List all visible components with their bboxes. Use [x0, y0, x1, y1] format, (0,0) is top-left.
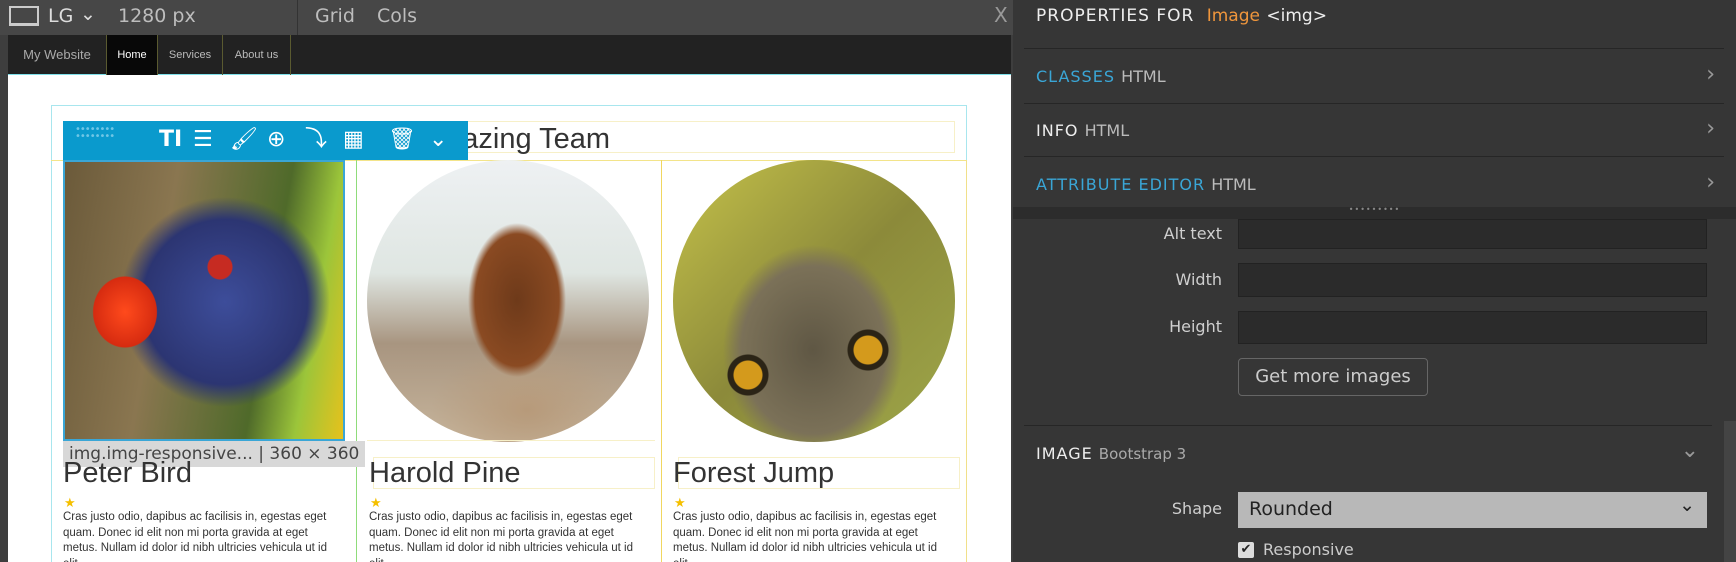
- shape-select[interactable]: Rounded ⌄: [1238, 492, 1707, 528]
- section-sub: Bootstrap 3: [1098, 445, 1187, 463]
- shape-label: Shape: [1171, 499, 1222, 518]
- chevron-down-icon[interactable]: ⌄: [80, 3, 96, 25]
- star-icon: ★: [370, 496, 382, 511]
- alt-text-label: Alt text: [1163, 224, 1222, 243]
- chevron-right-icon[interactable]: ›: [1706, 62, 1716, 87]
- chevron-down-icon: ⌄: [1679, 494, 1695, 516]
- header-element: Image: [1206, 6, 1260, 26]
- brush-icon[interactable]: 🖌︎: [230, 127, 258, 153]
- star-icon: ★: [64, 496, 76, 511]
- column-divider: [966, 160, 967, 562]
- scrollbar[interactable]: [1724, 421, 1736, 562]
- divider: [297, 0, 298, 35]
- section-title: IMAGE: [1036, 444, 1093, 463]
- column-divider: [356, 160, 357, 562]
- properties-panel: PROPERTIES FOR Image <img> CLASSES HTML ›…: [1013, 0, 1736, 562]
- chevron-down-icon[interactable]: ⌄: [429, 127, 447, 153]
- responsive-checkbox[interactable]: ✔: [1238, 542, 1254, 558]
- section-sub: HTML: [1121, 67, 1166, 86]
- divider: [1024, 48, 1724, 49]
- header-prefix: PROPERTIES FOR: [1036, 6, 1195, 26]
- editor-topbar: LG ⌄ 1280 px Grid Cols X: [0, 0, 1013, 35]
- website-preview[interactable]: My Website Home Services About us Our Am…: [8, 35, 1011, 562]
- section-sub: HTML: [1084, 121, 1130, 140]
- panel-resize-handle[interactable]: •••••••••: [1013, 206, 1736, 219]
- width-label: Width: [1175, 270, 1222, 289]
- height-input[interactable]: [1238, 311, 1707, 344]
- breakpoint-label[interactable]: LG: [48, 5, 73, 27]
- member-description: Cras justo odio, dapibus ac facilisis in…: [63, 511, 327, 562]
- divider: [1024, 156, 1724, 157]
- shape-value: Rounded: [1249, 498, 1333, 520]
- section-attribute-editor[interactable]: ATTRIBUTE EDITOR HTML ›: [1036, 170, 1736, 195]
- cols-toggle[interactable]: Cols: [377, 5, 417, 27]
- panel-header: PROPERTIES FOR Image <img>: [1036, 6, 1736, 26]
- nav-item-home[interactable]: Home: [107, 35, 158, 75]
- member-name[interactable]: Forest Jump: [673, 457, 834, 490]
- header-tag: <img>: [1266, 6, 1327, 26]
- member-description: Cras justo odio, dapibus ac facilisis in…: [369, 511, 633, 562]
- grid-icon[interactable]: ▦: [343, 127, 364, 153]
- responsive-label: Responsive: [1263, 540, 1354, 559]
- close-icon[interactable]: X: [994, 3, 1008, 27]
- chevron-right-icon[interactable]: ›: [1706, 116, 1716, 141]
- section-classes[interactable]: CLASSES HTML ›: [1036, 62, 1736, 87]
- chevron-down-icon[interactable]: ⌄: [1681, 438, 1700, 463]
- member-name[interactable]: Peter Bird: [63, 457, 192, 490]
- divider: [1024, 425, 1712, 426]
- member-name[interactable]: Harold Pine: [369, 457, 521, 490]
- laptop-icon[interactable]: [9, 6, 39, 26]
- member-description: Cras justo odio, dapibus ac facilisis in…: [673, 511, 937, 562]
- section-info[interactable]: INFO HTML ›: [1036, 116, 1736, 141]
- section-sub: HTML: [1211, 175, 1256, 194]
- drag-handle-icon[interactable]: •••••••• ••••••••: [75, 125, 115, 142]
- section-title: INFO: [1036, 121, 1079, 140]
- star-icon: ★: [674, 496, 686, 511]
- width-input[interactable]: [1238, 263, 1707, 297]
- text-cursor-icon[interactable]: TI: [159, 127, 182, 153]
- column-divider: [661, 160, 662, 562]
- canvas-width: 1280 px: [118, 5, 196, 27]
- nav-item-about[interactable]: About us: [223, 35, 291, 75]
- site-navbar: My Website Home Services About us: [8, 35, 1011, 75]
- sliders-icon[interactable]: ☰: [193, 127, 213, 153]
- member-image-owl[interactable]: [673, 160, 955, 442]
- height-label: Height: [1169, 317, 1222, 336]
- member-image-parrot[interactable]: [63, 160, 345, 441]
- nav-item-services[interactable]: Services: [158, 35, 223, 75]
- section-image[interactable]: IMAGE Bootstrap 3 ⌄: [1036, 438, 1736, 463]
- grid-toggle[interactable]: Grid: [315, 5, 355, 27]
- section-title: ATTRIBUTE EDITOR: [1036, 175, 1206, 194]
- trash-icon[interactable]: 🗑︎: [388, 127, 416, 153]
- nav-brand[interactable]: My Website: [8, 35, 107, 75]
- chevron-right-icon[interactable]: ›: [1706, 170, 1716, 195]
- get-more-images-button[interactable]: Get more images: [1238, 358, 1428, 396]
- element-toolbar: •••••••• •••••••• TI ☰ 🖌︎ ⊕ ⤵ ▦ 🗑︎ ⌄: [63, 121, 468, 160]
- add-circle-icon[interactable]: ⊕: [267, 127, 285, 153]
- divider: [1024, 103, 1724, 104]
- insert-icon[interactable]: ⤵: [305, 127, 327, 153]
- section-title: CLASSES: [1036, 67, 1115, 86]
- alt-text-input[interactable]: [1238, 219, 1707, 249]
- image-outline: [367, 160, 655, 441]
